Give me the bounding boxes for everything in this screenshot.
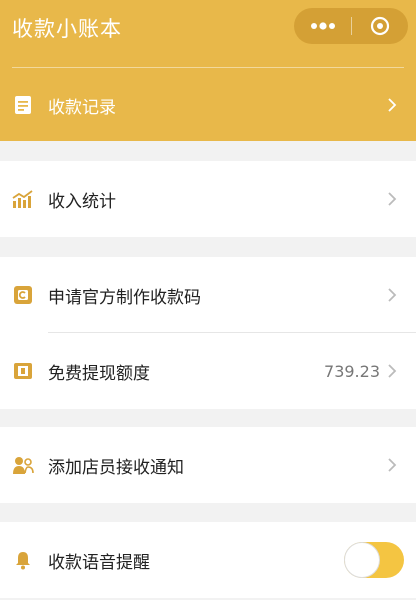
menu-item-label: 免费提现额度 xyxy=(48,363,150,384)
menu-item-records[interactable]: 收款记录 xyxy=(0,70,416,140)
chevron-right-icon xyxy=(384,191,400,207)
chevron-right-icon xyxy=(384,363,400,379)
menu-item-label: 申请官方制作收款码 xyxy=(48,287,201,308)
more-dots-icon xyxy=(310,22,335,30)
receipt-icon xyxy=(12,360,34,382)
menu-item-income-stats[interactable]: 收入统计 xyxy=(0,161,416,237)
toggle-knob xyxy=(344,542,380,578)
bell-icon xyxy=(12,549,34,571)
menu-item-label: 收款记录 xyxy=(48,97,116,118)
menu-item-add-staff[interactable]: 添加店员接收通知 xyxy=(0,427,416,503)
chevron-right-icon xyxy=(384,457,400,473)
menu-item-label: 收入统计 xyxy=(48,191,116,212)
document-icon xyxy=(12,94,34,116)
qrcode-card-icon xyxy=(12,284,34,306)
app-title: 收款小账本 xyxy=(12,17,122,41)
header: 收款小账本 收款记录 xyxy=(0,0,416,141)
chevron-right-icon xyxy=(384,97,400,113)
menu-item-free-withdraw[interactable]: 免费提现额度 739.23 xyxy=(0,333,416,409)
voice-reminder-toggle[interactable] xyxy=(344,542,404,578)
target-close-icon xyxy=(370,16,390,36)
bar-chart-icon xyxy=(12,188,34,210)
menu-item-label: 添加店员接收通知 xyxy=(48,457,184,478)
more-button[interactable] xyxy=(294,8,351,44)
staff-icon xyxy=(12,454,34,476)
menu-item-label: 收款语音提醒 xyxy=(48,552,150,573)
header-divider xyxy=(12,67,404,68)
withdraw-quota-value: 739.23 xyxy=(324,361,380,381)
chevron-right-icon xyxy=(384,287,400,303)
close-button[interactable] xyxy=(352,8,408,44)
menu-item-apply-qrcode[interactable]: 申请官方制作收款码 xyxy=(0,257,416,333)
miniprogram-capsule xyxy=(294,8,408,44)
